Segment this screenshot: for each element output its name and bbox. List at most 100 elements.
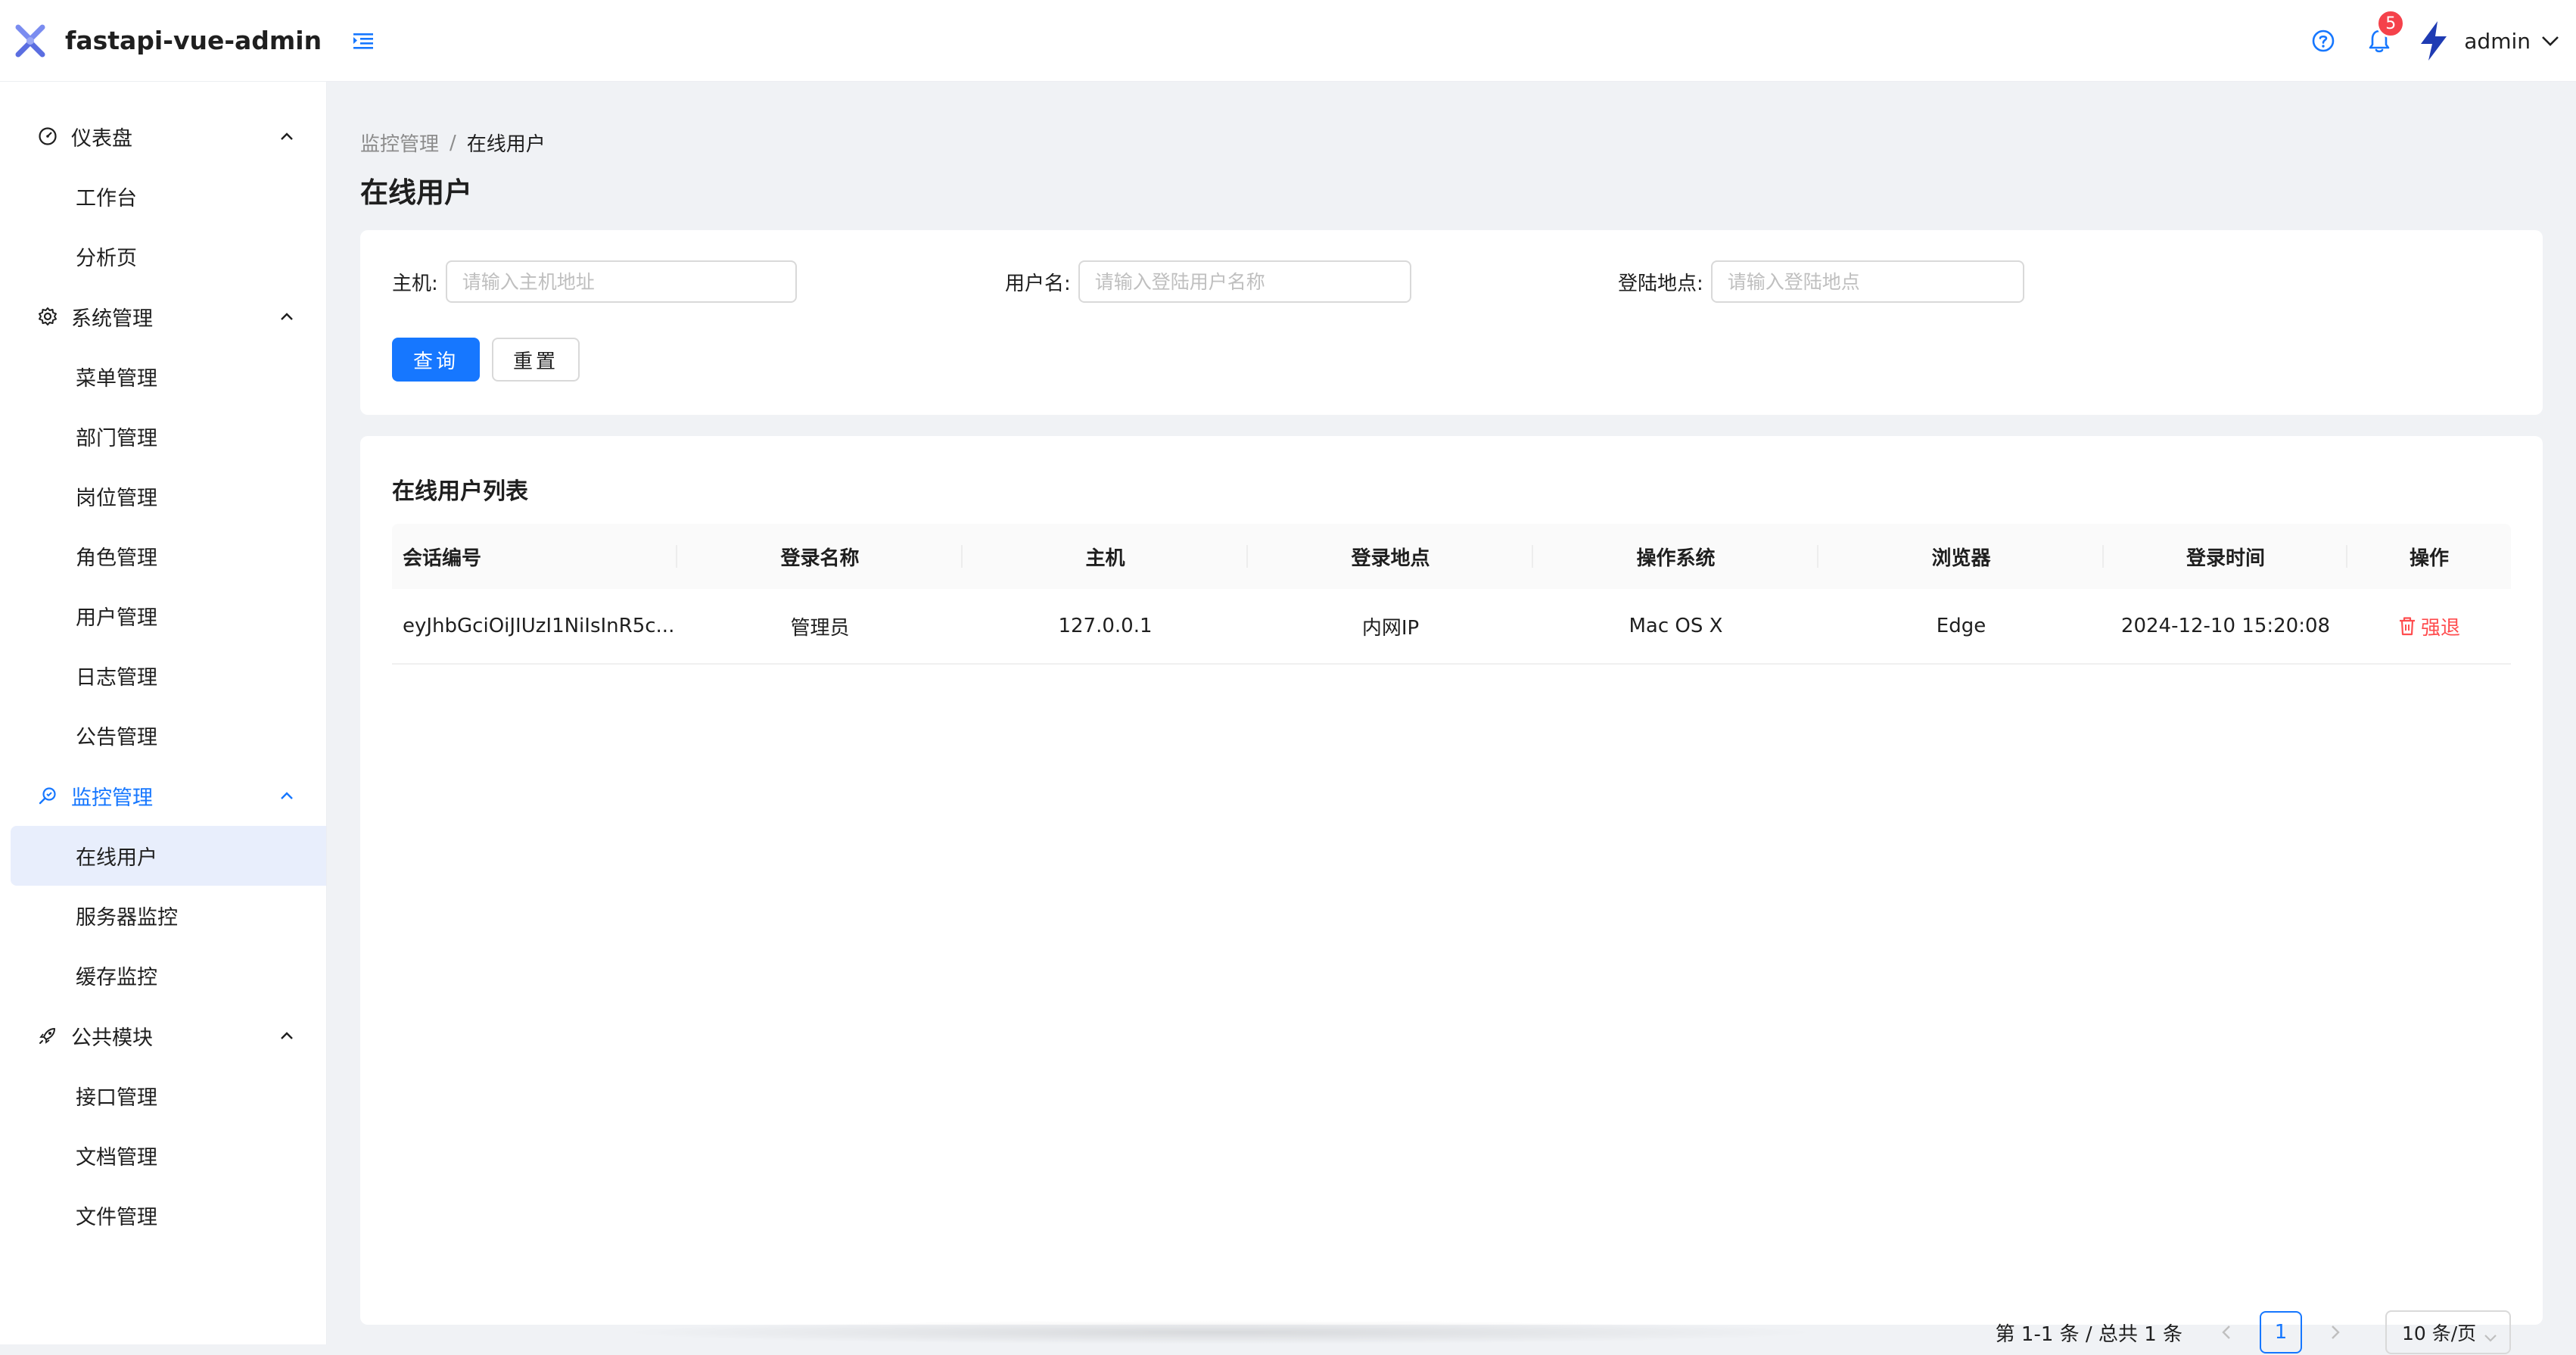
online-users-table: 会话编号 登录名称 主机 登录地点 操作系统 浏览器 登录时间 操作 eyJhb… [392, 524, 2511, 665]
username-input[interactable] [1078, 260, 1411, 303]
sidebar-item-cache-monitor[interactable]: 缓存监控 [11, 945, 326, 1005]
app-title: fastapi-vue-admin [65, 26, 322, 55]
column-header: 操作系统 [1533, 524, 1818, 589]
avatar[interactable] [2413, 20, 2455, 62]
sidebar-item-label: 部门管理 [76, 427, 157, 450]
login-time-cell: 2024-12-10 15:20:08 [2120, 615, 2331, 637]
host-input[interactable] [445, 260, 797, 303]
sidebar-item-logs[interactable]: 日志管理 [11, 646, 326, 706]
column-header: 主机 [963, 524, 1248, 589]
sidebar-item-label: 文件管理 [76, 1206, 157, 1229]
sidebar-item-server-monitor[interactable]: 服务器监控 [11, 886, 326, 945]
login-name-cell: 管理员 [790, 616, 850, 640]
sidebar: 仪表盘 工作台 分析页 系统管理 菜单管理 部门管理 岗位管理 角色管理 用户管… [0, 82, 327, 1344]
query-button[interactable]: 查询 [392, 338, 480, 382]
sidebar-item-positions[interactable]: 岗位管理 [11, 466, 326, 526]
page-size-select[interactable]: 10 条/页 [2385, 1310, 2511, 1354]
floating-shadow [614, 1320, 1825, 1344]
sidebar-item-roles[interactable]: 角色管理 [11, 526, 326, 586]
help-icon[interactable] [2308, 26, 2338, 56]
chevron-up-icon [278, 307, 296, 326]
browser-cell: Edge [1936, 615, 1986, 637]
breadcrumb-separator: / [450, 131, 456, 154]
sidebar-group-system[interactable]: 系统管理 [0, 286, 326, 347]
column-header: 登录时间 [2104, 524, 2347, 589]
chevron-up-icon [278, 127, 296, 145]
dashboard-icon [36, 125, 59, 148]
sidebar-item-label: 缓存监控 [76, 966, 157, 989]
sidebar-item-label: 日志管理 [76, 666, 157, 690]
username-label: 用户名: [1005, 272, 1071, 295]
sidebar-item-online-users[interactable]: 在线用户 [11, 826, 326, 886]
username[interactable]: admin [2464, 29, 2531, 54]
sidebar-group-label: 系统管理 [71, 307, 153, 331]
online-users-card: 在线用户列表 会话编号 登录名称 主机 登录地点 操作系统 浏览器 登录时间 操… [360, 436, 2543, 1354]
sidebar-item-api[interactable]: 接口管理 [11, 1066, 326, 1126]
pagination-total: 第 1-1 条 / 总共 1 条 [1995, 1322, 2182, 1346]
sidebar-item-label: 分析页 [76, 247, 137, 270]
sidebar-group-label: 公共模块 [71, 1026, 153, 1050]
reset-button[interactable]: 重置 [492, 338, 580, 382]
rocket-icon [36, 1024, 59, 1047]
sidebar-group-monitor[interactable]: 监控管理 [0, 765, 326, 826]
sidebar-item-label: 角色管理 [76, 547, 157, 570]
notification-bell-icon[interactable]: 5 [2364, 9, 2406, 56]
sidebar-item-files[interactable]: 文件管理 [11, 1185, 326, 1245]
sidebar-group-dashboard[interactable]: 仪表盘 [0, 106, 326, 167]
trash-icon [2399, 617, 2415, 636]
sidebar-group-common[interactable]: 公共模块 [0, 1005, 326, 1066]
header-actions: 5 admin [2308, 0, 2576, 82]
session-id-cell: eyJhbGciOiJIUzI1NiIsInR5c... [403, 615, 675, 637]
column-header: 浏览器 [1818, 524, 2104, 589]
sidebar-item-label: 岗位管理 [76, 487, 157, 510]
main-content: 监控管理 / 在线用户 在线用户 主机: 用户名: 登陆地点: 查询 重置 在线… [327, 82, 2576, 1354]
sidebar-item-docs[interactable]: 文档管理 [11, 1126, 326, 1185]
sidebar-item-label: 菜单管理 [76, 367, 157, 391]
force-logout-label: 强退 [2420, 616, 2460, 640]
breadcrumb-parent[interactable]: 监控管理 [360, 129, 439, 157]
sidebar-item-label: 服务器监控 [76, 906, 178, 930]
next-page-icon[interactable] [2314, 1311, 2357, 1353]
column-header: 登录名称 [677, 524, 963, 589]
sidebar-group-label: 监控管理 [71, 786, 153, 810]
sidebar-item-workbench[interactable]: 工作台 [11, 167, 326, 226]
page-number[interactable]: 1 [2260, 1311, 2302, 1353]
table-title: 在线用户列表 [392, 478, 528, 505]
top-header: fastapi-vue-admin 5 admin [0, 0, 2576, 82]
logo-icon [9, 20, 51, 62]
menu-collapse-icon[interactable] [350, 28, 376, 54]
location-cell: 内网IP [1361, 616, 1420, 640]
sidebar-item-label: 在线用户 [76, 846, 157, 870]
notification-badge: 5 [2376, 9, 2406, 38]
chevron-down-icon[interactable] [2541, 35, 2559, 47]
table-header: 会话编号 登录名称 主机 登录地点 操作系统 浏览器 登录时间 操作 [392, 524, 2511, 589]
chevron-up-icon [278, 1026, 296, 1045]
location-label: 登陆地点: [1618, 272, 1703, 295]
os-cell: Mac OS X [1629, 615, 1723, 637]
sidebar-item-notices[interactable]: 公告管理 [11, 706, 326, 765]
sidebar-item-menus[interactable]: 菜单管理 [11, 347, 326, 406]
page-size-value: 10 条/页 [2402, 1322, 2477, 1344]
pagination: 第 1-1 条 / 总共 1 条 1 10 条/页 [1996, 1310, 2511, 1355]
sidebar-group-label: 仪表盘 [71, 126, 132, 151]
sidebar-item-label: 接口管理 [76, 1086, 157, 1110]
sidebar-item-departments[interactable]: 部门管理 [11, 406, 326, 466]
force-logout-button[interactable]: 强退 [2398, 612, 2460, 640]
prev-page-icon[interactable] [2205, 1311, 2248, 1353]
table-row: eyJhbGciOiJIUzI1NiIsInR5c... 管理员 127.0.0… [392, 589, 2511, 665]
sidebar-item-label: 公告管理 [76, 726, 157, 749]
username-field: 用户名: [1005, 260, 1411, 303]
gear-icon [36, 305, 59, 328]
host-label: 主机: [392, 272, 438, 295]
host-field: 主机: [392, 260, 797, 303]
location-field: 登陆地点: [1618, 260, 2024, 303]
sidebar-item-label: 工作台 [76, 187, 137, 210]
search-form: 主机: 用户名: 登陆地点: 查询 重置 [360, 230, 2543, 415]
action-cell: 强退 [2347, 588, 2511, 664]
sidebar-item-label: 文档管理 [76, 1146, 157, 1170]
sidebar-item-analysis[interactable]: 分析页 [11, 226, 326, 286]
column-header: 登录地点 [1248, 524, 1533, 589]
brand[interactable]: fastapi-vue-admin [9, 20, 322, 62]
sidebar-item-users[interactable]: 用户管理 [11, 586, 326, 646]
location-input[interactable] [1710, 260, 2024, 303]
